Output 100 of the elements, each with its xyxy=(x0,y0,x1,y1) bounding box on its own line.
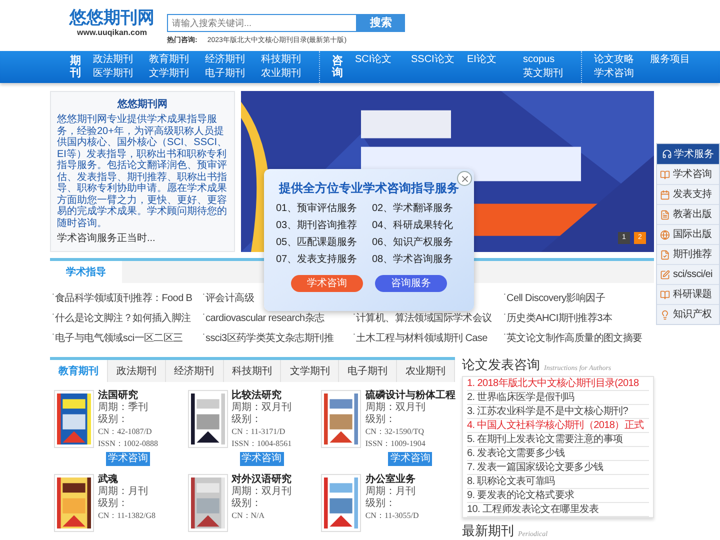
journal-cn: CN：32-1590/TQ xyxy=(365,426,425,438)
nav-link[interactable]: 医学期刊 xyxy=(93,68,139,80)
journal-name[interactable]: 法国研究 xyxy=(98,390,158,402)
nav-link[interactable]: 英文期刊 xyxy=(523,68,569,80)
article-link[interactable]: ˙土木工程与材料领域期刊 Case xyxy=(353,329,504,349)
book-icon xyxy=(660,290,670,300)
journal-cn: CN：11-3171/D xyxy=(232,426,286,438)
journal-period: 周期：月刊 xyxy=(98,486,149,498)
journal-cn: CN：11-3055/D xyxy=(365,510,419,522)
section-title: 最新期刊 xyxy=(462,523,514,539)
nav-link[interactable]: 文学期刊 xyxy=(149,68,195,80)
nav-link[interactable]: SSCI论文 xyxy=(411,54,457,66)
category-tab[interactable]: 政法期刊 xyxy=(108,360,166,382)
article-link[interactable]: 10. 工程师发表论文在哪里发表 xyxy=(467,503,649,517)
category-tab[interactable]: 电子期刊 xyxy=(339,360,398,382)
journal-period: 周期：双月刊 xyxy=(232,486,292,498)
section-tab[interactable]: 学术指导 xyxy=(50,261,122,283)
article-link[interactable]: ˙食品科学领域顶刊推荐：Food B xyxy=(52,289,202,309)
service-item: 02、学术翻译服务 xyxy=(372,203,454,215)
popup-title: 提供全方位专业学术咨询指导服务 xyxy=(279,181,459,195)
article-link[interactable]: ˙cardiovascular research杂志 xyxy=(202,309,353,329)
category-tab[interactable]: 经济期刊 xyxy=(166,360,224,382)
nav-link[interactable]: 论文攻略 xyxy=(594,54,640,66)
side-menu-item[interactable]: 科研课题 xyxy=(657,284,719,304)
document-icon xyxy=(660,210,670,220)
nav-link[interactable]: 服务项目 xyxy=(650,54,696,66)
journal-name[interactable]: 武魂 xyxy=(98,474,156,486)
journal-issn: ISSN：1002-0888 xyxy=(98,438,158,450)
article-link[interactable]: ˙ssci3区药学类英文杂志期刊推 xyxy=(202,329,353,349)
article-link[interactable]: ˙计算机、算法领域国际学术会议 xyxy=(353,309,504,329)
book-icon xyxy=(660,170,670,180)
nav-link[interactable]: 教育期刊 xyxy=(149,54,195,66)
category-tab[interactable]: 教育期刊 xyxy=(50,360,108,382)
side-menu-item[interactable]: sci/ssci/ei xyxy=(657,264,719,284)
nav-link[interactable]: SCI论文 xyxy=(355,54,401,66)
journal-period: 周期：月刊 xyxy=(365,486,416,498)
consult-button[interactable]: 咨询服务 xyxy=(375,275,447,292)
article-link[interactable]: 6. 发表论文需要多少钱 xyxy=(467,447,649,461)
side-menu-item[interactable]: 发表支持 xyxy=(657,184,719,204)
globe-icon xyxy=(660,230,670,240)
article-link[interactable]: 8. 职称论文表可靠吗 xyxy=(467,475,649,489)
nav-link[interactable]: 农业期刊 xyxy=(261,68,307,80)
journal-name[interactable]: 办公室业务 xyxy=(365,474,419,486)
journal-period: 周期：双月刊 xyxy=(232,402,292,414)
article-link[interactable]: ˙什么是论文脚注？如何插入脚注 xyxy=(52,309,202,329)
close-button[interactable] xyxy=(457,171,472,186)
lightbulb-icon xyxy=(660,310,670,320)
site-logo[interactable]: 悠悠期刊网 xyxy=(70,8,154,28)
article-link[interactable]: ˙历史类AHCI期刊推荐3本 xyxy=(504,309,654,329)
article-link[interactable]: 1. 2018年版北大中文核心期刊目录(2018 xyxy=(467,377,649,391)
article-link[interactable]: 3. 江苏农业科学是不是中文核心期刊? xyxy=(467,405,649,419)
journal-level: 级别： xyxy=(365,498,396,510)
journal-name[interactable]: 对外汉语研究 xyxy=(232,474,292,486)
consult-button[interactable]: 学术咨询 xyxy=(106,452,150,466)
article-link[interactable]: 2. 世界临床医学是假刊吗 xyxy=(467,391,649,405)
journal-cn: CN：N/A xyxy=(232,510,266,522)
nav-link[interactable]: 经济期刊 xyxy=(205,54,251,66)
service-item: 07、发表支持服务 xyxy=(276,254,358,266)
article-link[interactable]: ˙电子与电气领域sci一区二区三 xyxy=(52,329,202,349)
service-item: 05、匹配课题服务 xyxy=(276,237,358,249)
journal-level: 级别： xyxy=(232,498,263,510)
side-menu-item[interactable]: 期刊推荐 xyxy=(657,244,719,264)
consult-button[interactable]: 学术咨询 xyxy=(388,452,432,466)
consult-button[interactable]: 学术咨询 xyxy=(240,452,284,466)
side-menu-title: 学术服务 xyxy=(674,148,714,162)
article-link[interactable]: 9. 要发表的论文格式要求 xyxy=(467,489,649,503)
journal-name[interactable]: 硫磷设计与粉体工程 xyxy=(365,390,456,402)
article-link[interactable]: 5. 在期刊上发表论文需要注意的事项 xyxy=(467,433,649,447)
category-tab[interactable]: 科技期刊 xyxy=(224,360,282,382)
nav-link[interactable]: 科技期刊 xyxy=(261,54,307,66)
headset-icon xyxy=(662,149,672,159)
service-item: 01、预审评估服务 xyxy=(276,203,358,215)
journal-level: 级别： xyxy=(98,498,129,510)
section-title: 论文发表咨询 xyxy=(462,357,540,373)
side-menu-item[interactable]: 学术咨询 xyxy=(657,164,719,184)
service-item: 04、科研成果转化 xyxy=(372,220,454,232)
nav-link[interactable]: scopus xyxy=(523,54,569,66)
search-field[interactable]: 请输入搜索关键词... xyxy=(167,14,357,32)
article-link[interactable]: 7. 发表一篇国家级论文要多少钱 xyxy=(467,461,649,475)
nav-link[interactable]: EI论文 xyxy=(467,54,513,66)
side-menu-item[interactable]: 教著出版 xyxy=(657,204,719,224)
article-link[interactable]: 4. 中国人文社科学核心期刊（2018）正式 xyxy=(467,419,649,433)
article-link[interactable]: ˙Cell Discovery影响因子 xyxy=(504,289,654,309)
journal-level: 级别： xyxy=(365,414,396,426)
intro-text: 悠悠期刊网专业提供学术成果指导服务，经验20+年，为评高级职称人员提供国内核心、国外核心（SCI、SSCI、EI等）发表指导，职称出书和职称专利指导服务。包括论文翻译润色、预审评估、发表指导、期刊推荐、职称出书指导、职称专利协助申请。愿在学术成果方面助您一臂之力，更快、更好、更容易的完成学术成果。学术顾问期待您的随时咨询。 xyxy=(57,114,228,229)
category-tab[interactable]: 文学期刊 xyxy=(281,360,340,382)
nav-link[interactable]: 学术咨询 xyxy=(594,68,640,80)
intro-footer: 学术咨询服务正当时... xyxy=(57,233,228,245)
journal-issn: ISSN：1004-8561 xyxy=(232,438,292,450)
nav-link[interactable]: 电子期刊 xyxy=(205,68,251,80)
nav-link[interactable]: 政法期刊 xyxy=(93,54,139,66)
pen-icon xyxy=(660,270,670,280)
side-menu-item[interactable]: 知识产权 xyxy=(657,304,719,324)
document-icon xyxy=(660,250,670,260)
article-link[interactable]: ˙英文论文制作高质量的图文摘要 xyxy=(504,329,654,349)
category-tab[interactable]: 农业期刊 xyxy=(397,360,456,382)
journal-issn: ISSN：1009-1904 xyxy=(365,438,426,450)
side-menu-item[interactable]: 国际出版 xyxy=(657,224,719,244)
journal-name[interactable]: 比较法研究 xyxy=(232,390,292,402)
journal-level: 级别： xyxy=(98,414,129,426)
